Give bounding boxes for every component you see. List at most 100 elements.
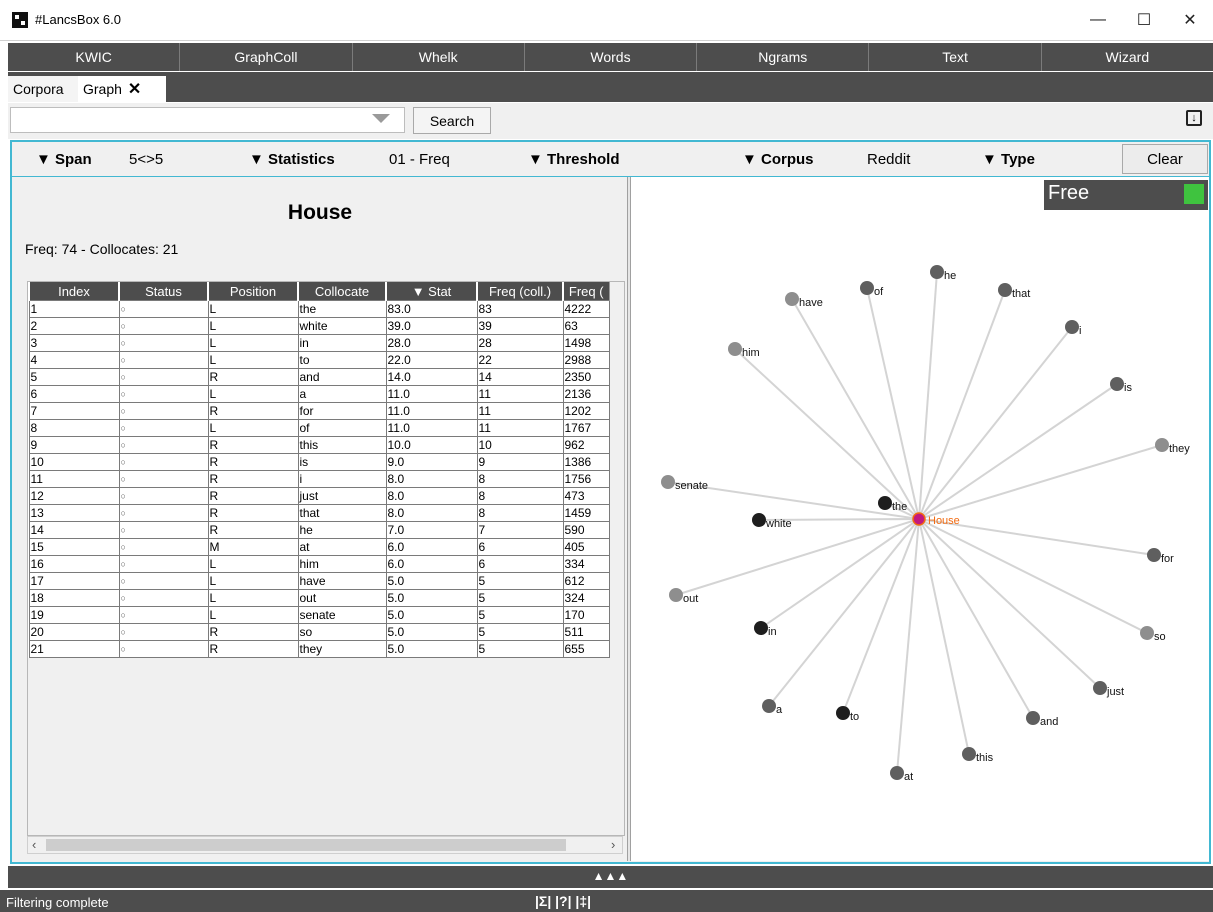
cell-position: R [207,453,299,471]
column-header-freq[interactable]: Freq ( [562,282,610,301]
table-row[interactable]: 9 ○ Rthis 10.0 10 962 [28,436,610,454]
column-header-status[interactable]: Status [118,282,209,301]
table-row[interactable]: 13 ○ Rthat 8.0 8 1459 [28,504,610,522]
collocate-node[interactable] [1147,548,1161,562]
collocate-node[interactable] [1140,626,1154,640]
node-word-circle[interactable] [912,512,926,526]
scrollbar-thumb[interactable] [46,839,566,851]
table-row[interactable]: 17 ○ Lhave 5.0 5 612 [28,572,610,590]
table-row[interactable]: 10 ○ Ris 9.0 9 1386 [28,453,610,471]
expand-bar[interactable]: ▲▲▲ [8,866,1213,888]
layout-mode-indicator[interactable] [1184,184,1204,204]
corpus-dropdown[interactable]: ▼ Corpus [742,151,814,168]
maximize-button[interactable]: ☐ [1121,0,1167,40]
collocate-node[interactable] [930,265,944,279]
nav-tab-words[interactable]: Words [525,43,698,71]
collocate-node[interactable] [998,283,1012,297]
table-row[interactable]: 5 ○ Rand 14.0 14 2350 [28,368,610,386]
column-header-stat[interactable]: ▼ Stat [385,282,478,301]
collocation-graph[interactable]: the white in to and a for of this is i just that he at… [631,177,1209,861]
collocate-node-label: white [765,518,792,530]
cell-position: R [207,504,299,522]
cell-stat: 8.0 [385,504,478,522]
search-history-dropdown-icon[interactable] [372,114,390,123]
minimize-button[interactable]: — [1075,0,1121,40]
collocate-node[interactable] [752,513,766,527]
collocate-node-label: for [1161,553,1174,565]
column-header-collocate[interactable]: Collocate [297,282,387,301]
cell-stat: 28.0 [385,334,478,352]
horizontal-scrollbar[interactable]: ‹ › [27,836,623,854]
nav-tab-text[interactable]: Text [869,43,1042,71]
tab-graph[interactable]: Graph ✕ [78,76,166,102]
expand-arrows-icon[interactable]: ▲▲▲ [8,869,1213,883]
table-row[interactable]: 20 ○ Rso 5.0 5 511 [28,623,610,641]
collocate-node[interactable] [1110,377,1124,391]
export-icon[interactable]: ↓ [1186,110,1202,126]
collocate-node[interactable] [878,496,892,510]
collocate-node[interactable] [1026,711,1040,725]
collocate-node[interactable] [762,699,776,713]
table-row[interactable]: 7 ○ Rfor 11.0 11 1202 [28,402,610,420]
column-header-position[interactable]: Position [207,282,299,301]
table-row[interactable]: 12 ○ Rjust 8.0 8 473 [28,487,610,505]
collocate-node[interactable] [890,766,904,780]
nav-tab-graphcoll[interactable]: GraphColl [180,43,353,71]
table-row[interactable]: 11 ○ Ri 8.0 8 1756 [28,470,610,488]
column-header-index[interactable]: Index [28,282,120,301]
collocate-node[interactable] [962,747,976,761]
nav-tab-kwic[interactable]: KWIC [8,43,181,71]
span-dropdown[interactable]: ▼ Span [36,151,92,168]
cell-position: L [207,572,299,590]
search-button[interactable]: Search [413,107,491,134]
cell-status: ○ [118,521,209,539]
collocate-node[interactable] [860,281,874,295]
collocate-node-label: out [683,593,698,605]
cell-position: L [207,555,299,573]
table-row[interactable]: 2 ○ Lwhite 39.0 39 63 [28,317,610,335]
collocate-node[interactable] [1065,320,1079,334]
scroll-right-icon[interactable]: › [611,837,615,852]
collocate-node[interactable] [785,292,799,306]
table-row[interactable]: 16 ○ Lhim 6.0 6 334 [28,555,610,573]
table-row[interactable]: 3 ○ Lin 28.0 28 1498 [28,334,610,352]
collocate-node[interactable] [661,475,675,489]
scroll-left-icon[interactable]: ‹ [32,837,36,852]
cell-stat: 6.0 [385,555,478,573]
table-row[interactable]: 15 ○ Mat 6.0 6 405 [28,538,610,556]
collocate-node[interactable] [754,621,768,635]
cell-freq-coll: 6 [476,555,564,573]
collocate-node[interactable] [669,588,683,602]
table-row[interactable]: 18 ○ Lout 5.0 5 324 [28,589,610,607]
cell-status: ○ [118,402,209,420]
table-row[interactable]: 19 ○ Lsenate 5.0 5 170 [28,606,610,624]
close-tab-icon[interactable]: ✕ [128,79,141,99]
cell-freq: 1459 [562,504,610,522]
table-row[interactable]: 1 ○ Lthe 83.0 83 4222 [28,300,610,318]
table-row[interactable]: 6 ○ La 11.0 11 2136 [28,385,610,403]
threshold-dropdown[interactable]: ▼ Threshold [528,151,620,168]
table-row[interactable]: 8 ○ Lof 11.0 11 1767 [28,419,610,437]
status-tool-icons[interactable]: |Σ| |?| |‡| [535,893,591,909]
nav-tab-ngrams[interactable]: Ngrams [697,43,870,71]
close-window-button[interactable]: ✕ [1167,0,1213,40]
table-row[interactable]: 14 ○ Rhe 7.0 7 590 [28,521,610,539]
table-row[interactable]: 21 ○ Rthey 5.0 5 655 [28,640,610,658]
table-row[interactable]: 4 ○ Lto 22.0 22 2988 [28,351,610,369]
tab-corpora[interactable]: Corpora [8,76,84,102]
clear-button[interactable]: Clear [1122,144,1208,174]
type-dropdown[interactable]: ▼ Type [982,151,1035,168]
collocate-node[interactable] [728,342,742,356]
column-header-freq-coll[interactable]: Freq (coll.) [476,282,564,301]
edge-that [918,289,1006,520]
search-input[interactable] [10,107,405,133]
nav-tab-whelk[interactable]: Whelk [353,43,525,71]
cell-collocate: is [297,453,387,471]
cell-position: L [207,606,299,624]
collocate-node[interactable] [836,706,850,720]
statistics-dropdown[interactable]: ▼ Statistics [249,151,335,168]
collocate-node[interactable] [1155,438,1169,452]
edge-to [842,518,920,714]
nav-tab-wizard[interactable]: Wizard [1042,43,1213,71]
collocate-node[interactable] [1093,681,1107,695]
